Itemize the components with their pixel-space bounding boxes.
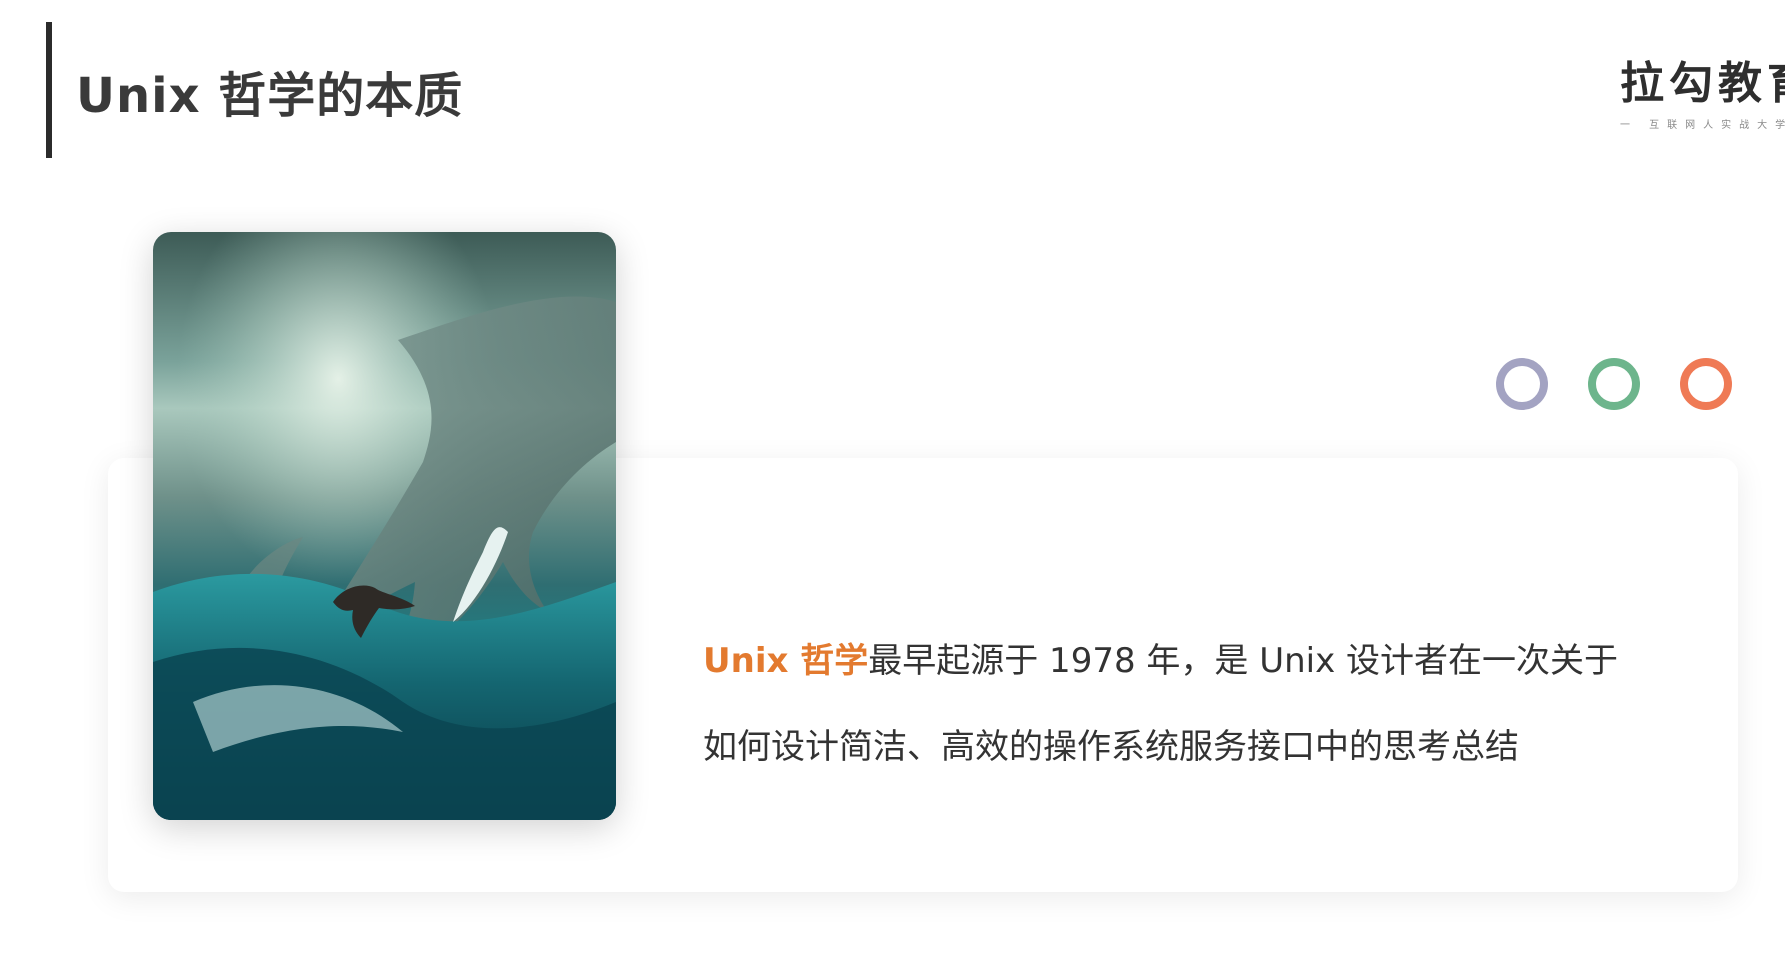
highlight-term: Unix 哲学 (703, 641, 869, 681)
logo-slogan: 一 互联网人实战大学 (1620, 120, 1785, 131)
circle-icon-orange (1680, 358, 1732, 410)
logo-main-text: 拉勾教育 (1620, 58, 1785, 109)
body-line-1: Unix 哲学最早起源于 1978 年，是 Unix 设计者在一次关于 (703, 618, 1703, 704)
brand-logo: 拉勾教育 一 互联网人实战大学 (1620, 58, 1785, 138)
title-accent-bar (46, 22, 52, 158)
body-line-1-text: 最早起源于 1978 年，是 Unix 设计者在一次关于 (868, 641, 1619, 681)
circle-icon-gray (1496, 358, 1548, 410)
body-paragraph: Unix 哲学最早起源于 1978 年，是 Unix 设计者在一次关于 如何设计… (703, 618, 1703, 790)
page-title: Unix 哲学的本质 (76, 68, 464, 124)
body-line-2: 如何设计简洁、高效的操作系统服务接口中的思考总结 (703, 727, 1519, 767)
circle-icon-green (1588, 358, 1640, 410)
surfer-shark-illustration (153, 232, 616, 820)
decorative-circles (1496, 358, 1756, 422)
slide: Unix 哲学的本质 拉勾教育 一 互联网人实战大学 (0, 0, 1785, 968)
illustration-svg (153, 232, 616, 820)
